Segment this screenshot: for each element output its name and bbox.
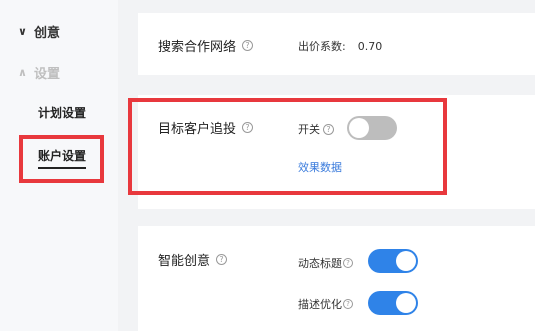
smart-creative-label: 智能创意 ? (158, 250, 228, 269)
dynamic-title-label: 动态标题 (298, 257, 342, 270)
toggle-knob (396, 251, 416, 271)
bid-coefficient-label: 出价系数: (298, 40, 346, 53)
sidebar: ∨ 创意 ∧ 设置 计划设置 账户设置 (0, 0, 118, 331)
search-network-card: 搜索合作网络 ? 出价系数: 0.70 (138, 13, 535, 75)
settings-page: ∨ 创意 ∧ 设置 计划设置 账户设置 搜索合作网络 ? 出价系数: 0.70 … (0, 0, 535, 331)
chevron-up-icon: ∧ (18, 66, 27, 79)
chevron-down-icon: ∨ (18, 25, 27, 38)
toggle-knob (349, 118, 369, 138)
sidebar-item-plan-settings[interactable]: 计划设置 (38, 104, 86, 121)
nav-group-label: 设置 (34, 67, 61, 82)
description-optimize-option: 描述优化 ? (298, 296, 353, 312)
switch-label-text: 开关 (298, 123, 320, 136)
question-circle-icon[interactable]: ? (216, 254, 228, 265)
sidebar-item-account-settings[interactable]: 账户设置 (38, 147, 87, 169)
target-retargeting-label-text: 目标客户追投 (158, 122, 237, 137)
nav-group-label: 创意 (34, 26, 61, 41)
search-network-label-text: 搜索合作网络 (158, 40, 237, 55)
target-retargeting-card: 目标客户追投 ? 开关 ? 效果数据 (138, 95, 535, 209)
dynamic-title-option: 动态标题 ? (298, 255, 353, 271)
effect-data-link[interactable]: 效果数据 (298, 159, 342, 175)
retargeting-toggle[interactable] (347, 116, 397, 140)
question-circle-icon[interactable]: ? (323, 123, 334, 135)
smart-creative-label-text: 智能创意 (158, 254, 211, 269)
smart-creative-card: 智能创意 ? 动态标题 ? 描述优化 ? (138, 226, 535, 331)
bid-coefficient-value: 0.70 (357, 39, 383, 53)
switch-label: 开关 ? (298, 121, 334, 137)
question-circle-icon[interactable]: ? (343, 258, 353, 268)
toggle-knob (396, 293, 416, 313)
bid-coefficient: 出价系数: 0.70 (298, 38, 382, 54)
nav-group-creative[interactable]: ∨ 创意 (18, 22, 60, 41)
question-circle-icon[interactable]: ? (242, 40, 254, 51)
dynamic-title-toggle[interactable] (368, 249, 418, 273)
nav-group-settings[interactable]: ∧ 设置 (18, 63, 60, 82)
description-optimize-label: 描述优化 (298, 298, 342, 311)
question-circle-icon[interactable]: ? (242, 122, 254, 133)
question-circle-icon[interactable]: ? (343, 299, 353, 309)
search-network-label: 搜索合作网络 ? (158, 36, 254, 55)
target-retargeting-label: 目标客户追投 ? (158, 118, 254, 137)
description-optimize-toggle[interactable] (368, 291, 418, 315)
